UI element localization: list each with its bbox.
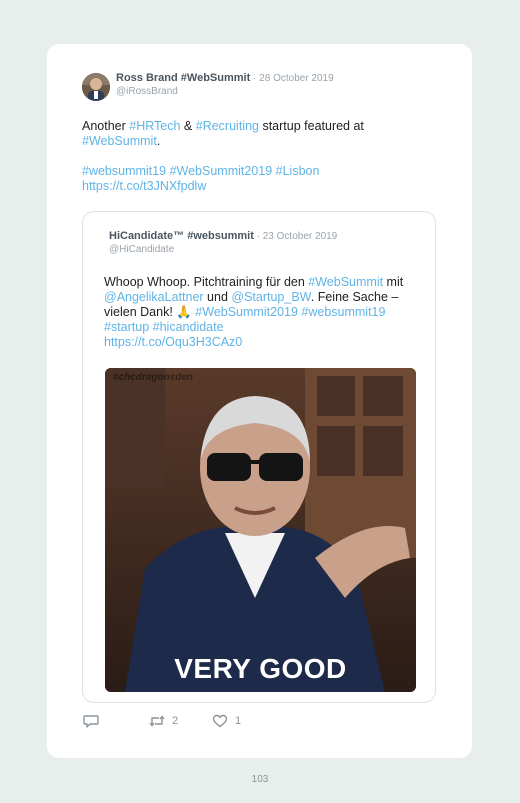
- heart-icon: [212, 714, 228, 728]
- author-separator: ·: [250, 73, 260, 84]
- quoted-tweet-text: Whoop Whoop. Pitchtraining für den #WebS…: [104, 275, 409, 350]
- tweet-paragraph-2: #websummit19 #WebSummit2019 #Lisbon https…: [82, 164, 412, 194]
- quoted-author-meta: HiCandidate™ #websummit · 23 October 201…: [109, 230, 337, 256]
- text-segment: und: [203, 290, 232, 304]
- hashtag-link[interactable]: #HRTech: [129, 119, 180, 133]
- hashtag-link[interactable]: #WebSummit2019: [195, 305, 298, 319]
- media-watermark: #chcdragonsden: [113, 372, 194, 383]
- hashtag-link[interactable]: #Recruiting: [196, 119, 259, 133]
- quoted-author-line: HiCandidate™ #websummit · 23 October 201…: [109, 230, 337, 243]
- retweet-icon: [149, 715, 165, 727]
- text-segment: mit: [383, 275, 404, 289]
- page: Ross Brand #WebSummit · 28 October 2019 …: [0, 0, 520, 803]
- like-count: 1: [235, 715, 242, 727]
- quoted-tweet[interactable]: HiCandidate™ #websummit · 23 October 201…: [82, 211, 436, 703]
- tweet-author-row: Ross Brand #WebSummit · 28 October 2019 …: [82, 72, 334, 104]
- url-link[interactable]: https://t.co/t3JNXfpdlw: [82, 179, 206, 193]
- quoted-author-separator: ·: [253, 231, 263, 242]
- tweet-paragraph-1: Another #HRTech & #Recruiting startup fe…: [82, 119, 412, 149]
- author-handle[interactable]: @iRossBrand: [116, 85, 334, 98]
- tweet-author-meta: Ross Brand #WebSummit · 28 October 2019 …: [116, 72, 334, 98]
- tweet-actions: 2 1: [83, 712, 241, 730]
- page-number: 103: [251, 774, 269, 785]
- quoted-tweet-date[interactable]: 23 October 2019: [263, 231, 338, 242]
- quoted-author-handle[interactable]: @HiCandidate: [109, 243, 337, 256]
- media-caption: VERY GOOD: [174, 653, 347, 684]
- hashtag-link[interactable]: #hicandidate: [153, 320, 224, 334]
- url-link[interactable]: https://t.co/Oqu3H3CAz0: [104, 335, 242, 349]
- tweet-author-line: Ross Brand #WebSummit · 28 October 2019: [116, 72, 334, 85]
- text-segment: .: [156, 134, 161, 148]
- tweet-date[interactable]: 28 October 2019: [259, 73, 334, 84]
- media-illustration: [105, 368, 416, 692]
- reply-button[interactable]: [83, 713, 149, 729]
- retweet-button[interactable]: 2: [149, 714, 212, 728]
- reply-icon: [83, 715, 99, 728]
- quoted-tweet-media[interactable]: #chcdragonsden VERY GOOD: [105, 368, 416, 692]
- tweet-text: Another #HRTech & #Recruiting startup fe…: [82, 119, 412, 209]
- text-segment: &: [180, 119, 196, 133]
- hashtag-link[interactable]: #websummit19: [82, 164, 166, 178]
- hashtag-link[interactable]: #WebSummit2019: [170, 164, 273, 178]
- mention-link[interactable]: @AngelikaLattner: [104, 290, 204, 304]
- text-segment: Another: [82, 119, 130, 133]
- hashtag-link[interactable]: #websummit19: [301, 305, 385, 319]
- author-name[interactable]: Ross Brand #WebSummit: [116, 72, 250, 84]
- retweet-count: 2: [172, 715, 179, 727]
- hashtag-link[interactable]: #Lisbon: [276, 164, 320, 178]
- mention-link[interactable]: @Startup_BW: [231, 290, 310, 304]
- hashtag-link[interactable]: #WebSummit: [308, 275, 383, 289]
- hashtag-link[interactable]: #startup: [104, 320, 149, 334]
- hashtag-link[interactable]: #WebSummit: [82, 134, 157, 148]
- text-segment: startup featured at: [258, 119, 364, 133]
- quoted-author-name[interactable]: HiCandidate™ #websummit: [109, 230, 254, 242]
- tweet-card: Ross Brand #WebSummit · 28 October 2019 …: [47, 44, 472, 758]
- avatar[interactable]: [82, 73, 110, 101]
- like-button[interactable]: 1: [212, 714, 241, 728]
- text-segment: Whoop Whoop. Pitchtraining für den: [104, 275, 309, 289]
